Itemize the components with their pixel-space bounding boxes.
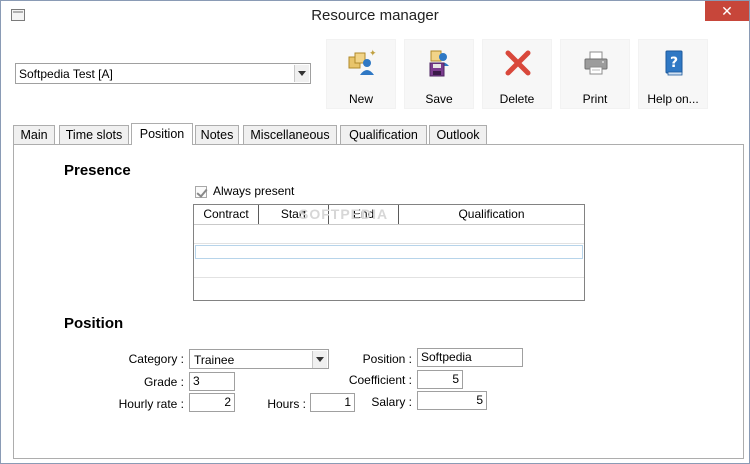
- chevron-down-icon[interactable]: [294, 65, 309, 82]
- position-tab-panel: Presence Always present Contract Start E…: [13, 144, 744, 459]
- tab-miscellaneous[interactable]: Miscellaneous: [243, 125, 337, 145]
- window-title: Resource manager: [311, 7, 439, 24]
- resource-select[interactable]: Softpedia Test [A]: [15, 63, 311, 84]
- svg-text:✦: ✦: [369, 49, 377, 59]
- position-field[interactable]: Softpedia: [417, 348, 523, 367]
- close-button[interactable]: ✕: [705, 1, 749, 21]
- tab-bar: Main Time slots Position Notes Miscellan…: [1, 123, 749, 145]
- save-button-label: Save: [425, 92, 453, 106]
- presence-grid-header: Contract Start End Qualification: [194, 205, 584, 225]
- grid-selected-row[interactable]: [195, 245, 583, 259]
- coefficient-label: Coefficient :: [348, 373, 412, 387]
- checkbox-check-icon[interactable]: [195, 186, 207, 198]
- column-header-contract[interactable]: Contract: [194, 205, 259, 224]
- svg-text:?: ?: [670, 55, 678, 71]
- print-button[interactable]: Print: [560, 39, 630, 109]
- tab-qualification[interactable]: Qualification: [340, 125, 427, 145]
- tab-position[interactable]: Position: [131, 123, 193, 145]
- new-button[interactable]: ✦ New: [326, 39, 396, 109]
- position-label: Position :: [362, 352, 412, 366]
- tab-time-slots[interactable]: Time slots: [59, 125, 129, 145]
- category-select[interactable]: Trainee: [189, 349, 329, 369]
- column-header-end[interactable]: End: [329, 205, 399, 224]
- tab-main[interactable]: Main: [13, 125, 55, 145]
- new-button-label: New: [348, 92, 373, 106]
- always-present-label: Always present: [213, 184, 295, 198]
- help-button[interactable]: ? Help on...: [638, 39, 708, 109]
- save-button[interactable]: Save: [404, 39, 474, 109]
- delete-icon: [505, 50, 531, 76]
- category-label: Category :: [128, 352, 184, 366]
- chevron-down-icon[interactable]: [312, 351, 327, 368]
- presence-heading: Presence: [64, 162, 131, 179]
- grade-label: Grade :: [143, 375, 184, 389]
- delete-button-label: Delete: [499, 92, 535, 106]
- help-button-label: Help on...: [647, 92, 699, 106]
- resource-select-value: Softpedia Test [A]: [19, 67, 113, 81]
- tab-notes[interactable]: Notes: [195, 125, 239, 145]
- column-header-qualification[interactable]: Qualification: [399, 205, 584, 224]
- salary-field[interactable]: 5: [417, 391, 487, 410]
- save-icon: [429, 50, 449, 77]
- delete-button[interactable]: Delete: [482, 39, 552, 109]
- help-book-icon: ?: [665, 50, 683, 76]
- resource-manager-window: Resource manager ✕ Softpedia Test [A] ✦ …: [0, 0, 750, 464]
- grid-row-divider: [194, 243, 584, 244]
- hourly-rate-label: Hourly rate :: [118, 397, 184, 411]
- tab-outlook[interactable]: Outlook: [429, 125, 487, 145]
- tab-position-label: Position: [139, 127, 185, 141]
- new-resource-icon: ✦: [348, 49, 377, 75]
- tab-miscellaneous-label: Miscellaneous: [250, 128, 330, 142]
- salary-label: Salary :: [371, 395, 412, 409]
- coefficient-field[interactable]: 5: [417, 370, 463, 389]
- print-icon: [584, 51, 608, 75]
- grade-field[interactable]: 3: [189, 372, 235, 391]
- tab-time-slots-label: Time slots: [65, 128, 123, 142]
- grid-row-divider: [194, 277, 584, 278]
- tab-outlook-label: Outlook: [436, 128, 480, 142]
- category-select-value: Trainee: [194, 353, 235, 367]
- close-icon: ✕: [721, 3, 733, 19]
- column-header-start[interactable]: Start: [259, 205, 329, 224]
- toolbar-area: Softpedia Test [A] ✦ New Save Delete Pri…: [1, 31, 749, 126]
- tab-main-label: Main: [20, 128, 48, 142]
- presence-grid[interactable]: Contract Start End Qualification SOFTPED…: [193, 204, 585, 301]
- hours-label: Hours :: [267, 397, 306, 411]
- position-heading: Position: [64, 315, 124, 332]
- tab-qualification-label: Qualification: [349, 128, 418, 142]
- tab-notes-label: Notes: [200, 128, 234, 142]
- hourly-rate-field[interactable]: 2: [189, 393, 235, 412]
- print-button-label: Print: [582, 92, 608, 106]
- title-bar[interactable]: Resource manager ✕: [1, 1, 749, 31]
